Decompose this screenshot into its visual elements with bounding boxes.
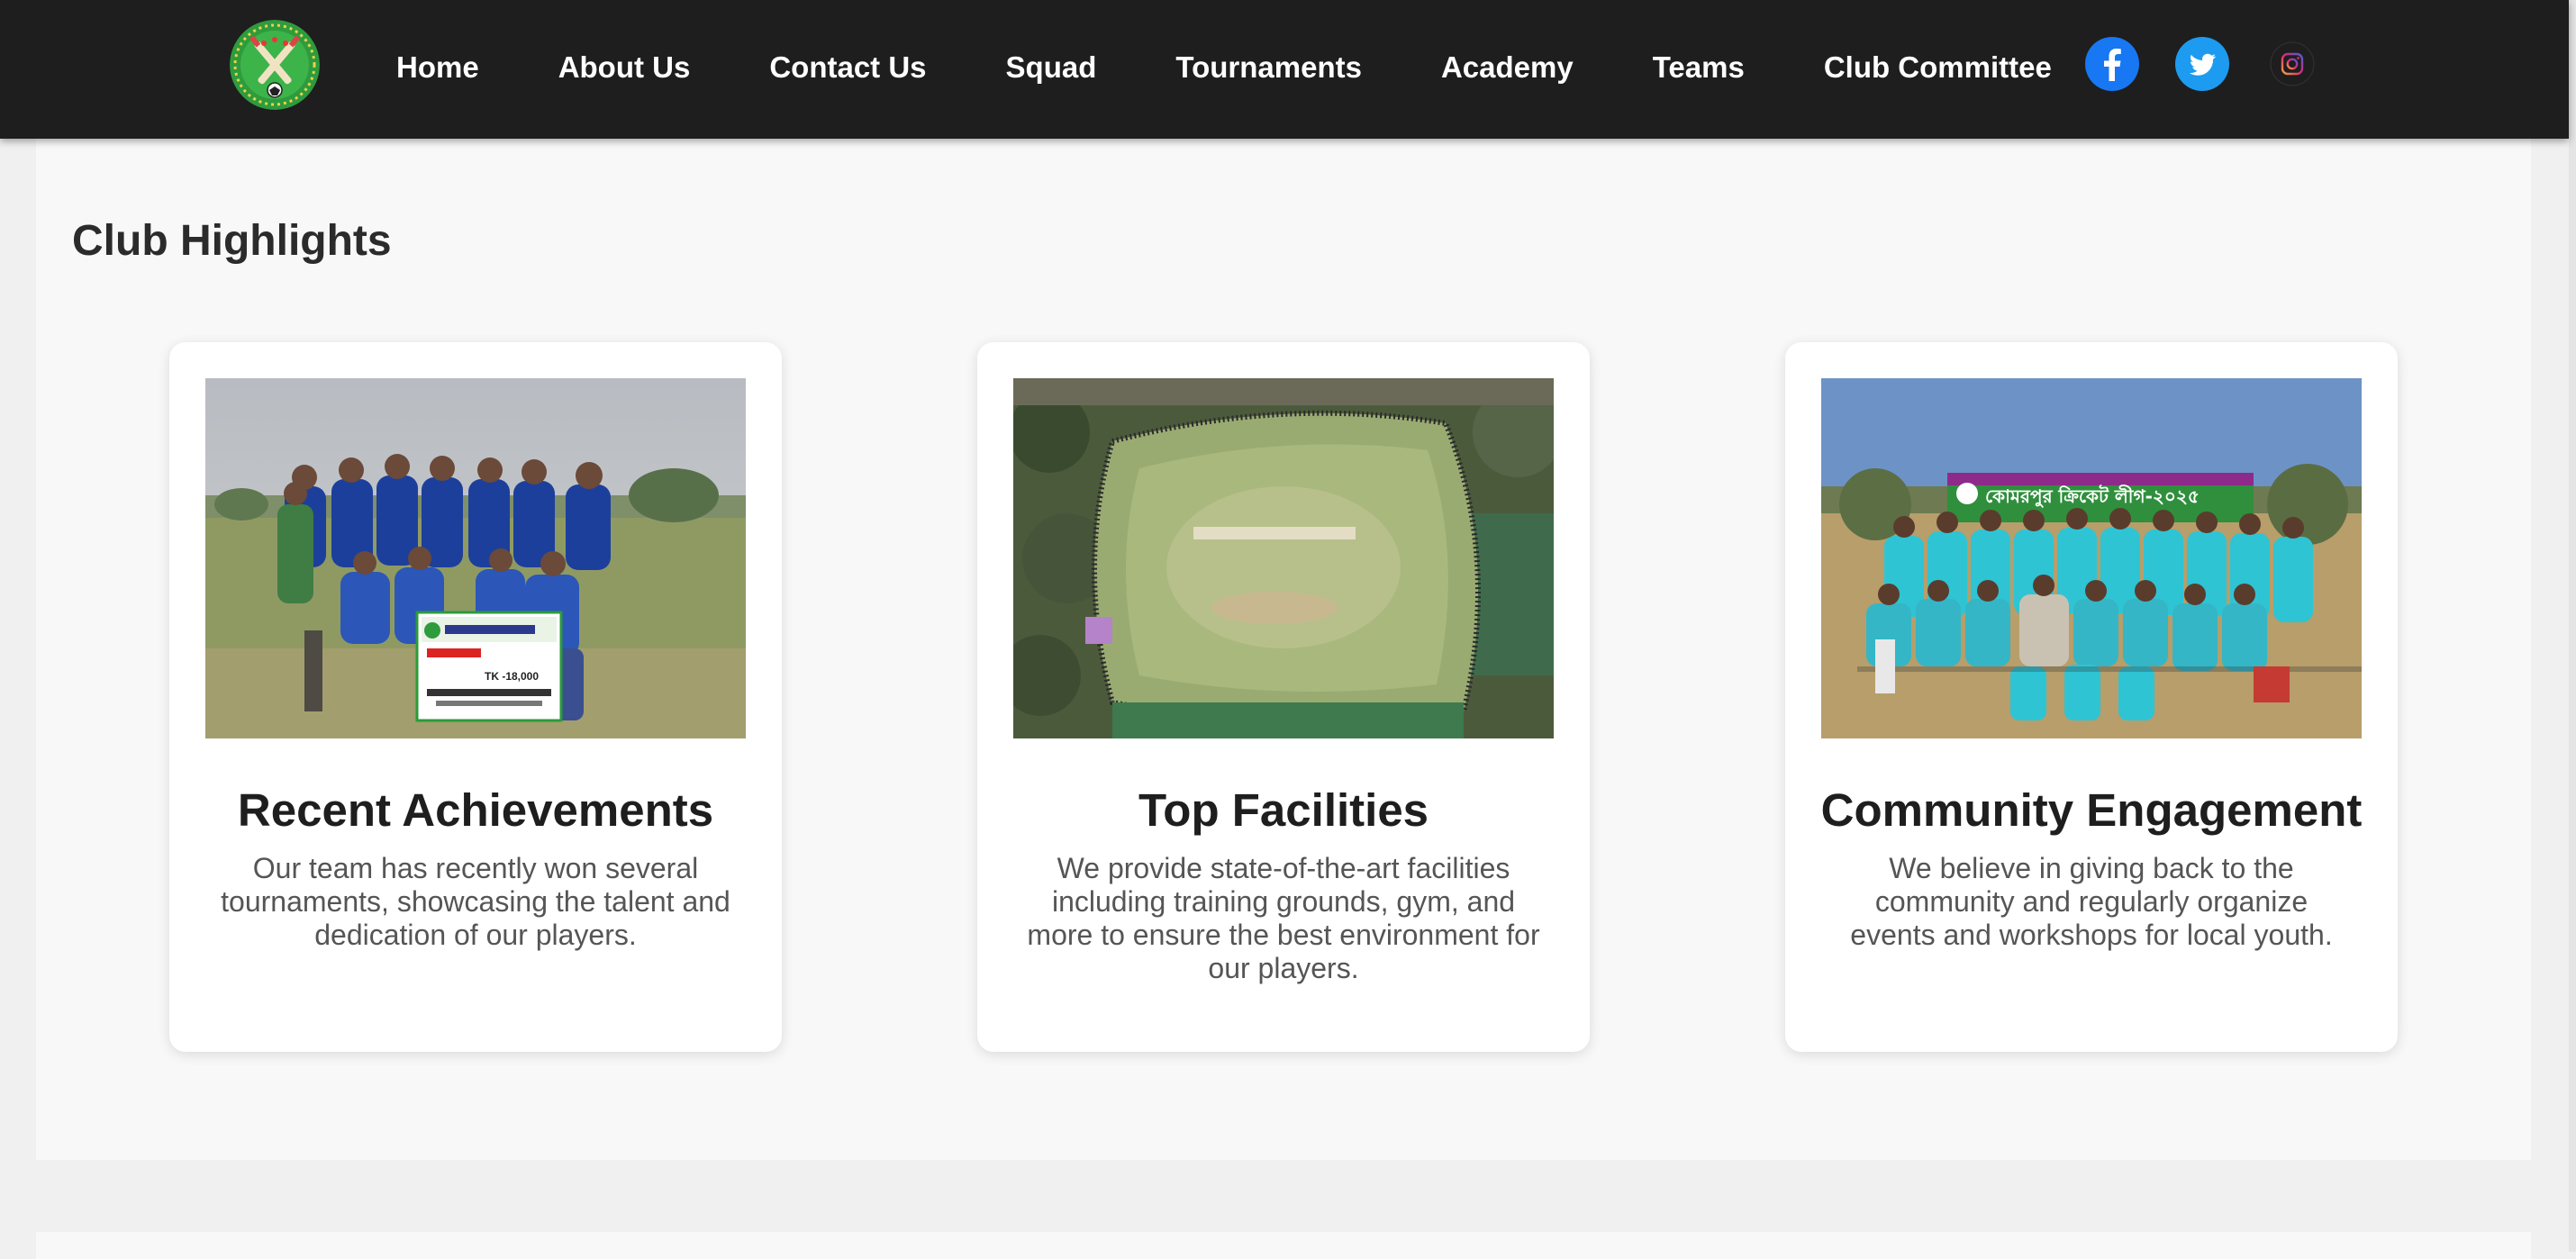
card-description: We provide state-of-the-art facilities i… bbox=[1027, 852, 1540, 984]
club-highlights-section: Club Highlights TK -18,000 Recent Achiev… bbox=[36, 139, 2531, 1160]
nav-home-link[interactable]: Home bbox=[396, 50, 479, 85]
section-title: Club Highlights bbox=[72, 217, 392, 265]
card-title: Top Facilities bbox=[1138, 784, 1429, 836]
highlight-card-facilities: Top Facilities We provide state-of-the-a… bbox=[977, 342, 1590, 1052]
aerial-ground-photo bbox=[1013, 378, 1554, 738]
nav-club-committee-link[interactable]: Club Committee bbox=[1824, 50, 2052, 85]
card-description: Our team has recently won several tourna… bbox=[221, 852, 730, 951]
card-title: Recent Achievements bbox=[237, 784, 714, 836]
nav-academy-link[interactable]: Academy bbox=[1441, 50, 1574, 85]
page-scrollbar[interactable] bbox=[2569, 0, 2576, 1252]
next-section-edge bbox=[36, 1232, 2531, 1259]
card-description: We believe in giving back to the communi… bbox=[1850, 852, 2333, 951]
banner-text: কোমরপুর ক্রিকেট লীগ-২০২৫ bbox=[1985, 485, 2200, 508]
top-navbar: Home About Us Contact Us Squad Tournamen… bbox=[0, 0, 2569, 139]
facebook-icon[interactable] bbox=[2085, 37, 2139, 91]
team-trophy-photo: TK -18,000 bbox=[205, 378, 746, 738]
nav-teams-link[interactable]: Teams bbox=[1653, 50, 1745, 85]
club-logo[interactable] bbox=[230, 20, 320, 110]
instagram-icon[interactable] bbox=[2270, 41, 2315, 86]
card-title: Community Engagement bbox=[1820, 784, 2363, 836]
nav-tournaments-link[interactable]: Tournaments bbox=[1175, 50, 1362, 85]
twitter-icon[interactable] bbox=[2175, 37, 2229, 91]
main-nav: Home About Us Contact Us Squad Tournamen… bbox=[360, 0, 2095, 135]
nav-squad-link[interactable]: Squad bbox=[1006, 50, 1097, 85]
highlight-card-achievements: TK -18,000 Recent Achievements Our team … bbox=[169, 342, 782, 1052]
banner-amount: TK -18,000 bbox=[485, 670, 539, 683]
team-banner-photo: কোমরপুর ক্রিকেট লীগ-২০২৫ bbox=[1821, 378, 2362, 738]
nav-contact-link[interactable]: Contact Us bbox=[769, 50, 926, 85]
nav-about-link[interactable]: About Us bbox=[558, 50, 691, 85]
highlight-card-community: কোমরপুর ক্রিকেট লীগ-২০২৫ Community Engag… bbox=[1785, 342, 2398, 1052]
